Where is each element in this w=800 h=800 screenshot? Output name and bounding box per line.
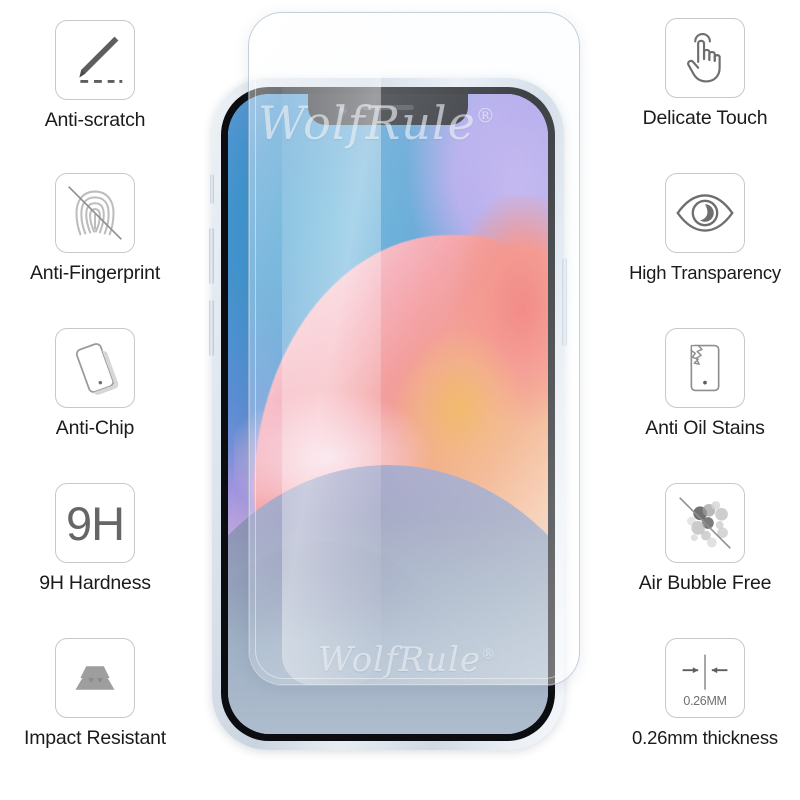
feature-high-transparency[interactable]: High Transparency <box>610 155 800 310</box>
feature-column-left: Anti-scratch Anti-Fingerprint Anti-Chip … <box>0 0 190 800</box>
feature-label: High Transparency <box>629 262 781 283</box>
phone-bezel <box>221 87 555 741</box>
hardness-9h-icon: 9H <box>55 483 135 563</box>
front-camera-icon <box>337 105 348 116</box>
earpiece-speaker-icon <box>362 105 414 110</box>
feature-anti-chip[interactable]: Anti-Chip <box>0 310 190 465</box>
bubbles-blocked-icon <box>665 483 745 563</box>
feature-column-right: Delicate Touch High Transparency Anti Oi… <box>610 0 800 800</box>
smartphone-device <box>209 78 567 750</box>
mute-switch <box>210 174 214 204</box>
feature-air-bubble-free[interactable]: Air Bubble Free <box>610 465 800 620</box>
phone-screen <box>228 94 548 734</box>
feature-anti-oil-stains[interactable]: Anti Oil Stains <box>610 310 800 465</box>
feature-label: 9H Hardness <box>39 572 151 594</box>
feature-label: Impact Resistant <box>23 727 167 749</box>
feature-thickness[interactable]: 0.26MM 0.26mm thickness <box>610 620 800 775</box>
feature-impact-resistant[interactable]: Impact Resistant <box>0 620 190 775</box>
feature-label: Anti Oil Stains <box>645 417 765 439</box>
feature-label: Delicate Touch <box>642 107 768 129</box>
feature-delicate-touch[interactable]: Delicate Touch <box>610 0 800 155</box>
volume-down-button <box>209 300 214 356</box>
knife-scratch-icon <box>55 20 135 100</box>
hardness-9h-icon-text: 9H <box>65 496 125 550</box>
oil-stain-phone-icon <box>665 328 745 408</box>
feature-label: Air Bubble Free <box>638 572 772 594</box>
wallpaper <box>228 94 548 734</box>
feature-label: Anti-Chip <box>55 417 135 439</box>
feature-label: Anti-Fingerprint <box>29 262 161 284</box>
thickness-arrows-icon: 0.26MM <box>665 638 745 718</box>
display-notch <box>308 94 468 125</box>
fingerprint-blocked-icon <box>55 173 135 253</box>
volume-up-button <box>209 228 214 284</box>
layered-shield-icon <box>55 638 135 718</box>
feature-label: Anti-scratch <box>44 109 146 131</box>
phone-tilted-icon <box>55 328 135 408</box>
feature-anti-scratch[interactable]: Anti-scratch <box>0 0 190 155</box>
thickness-icon-text: 0.26MM <box>683 694 727 708</box>
touch-hand-icon <box>665 18 745 98</box>
feature-9h-hardness[interactable]: 9H 9H Hardness <box>0 465 190 620</box>
feature-anti-fingerprint[interactable]: Anti-Fingerprint <box>0 155 190 310</box>
power-button <box>562 258 567 346</box>
eye-icon <box>665 173 745 253</box>
product-image-stage <box>190 0 610 800</box>
feature-label: 0.26mm thickness <box>632 727 778 748</box>
